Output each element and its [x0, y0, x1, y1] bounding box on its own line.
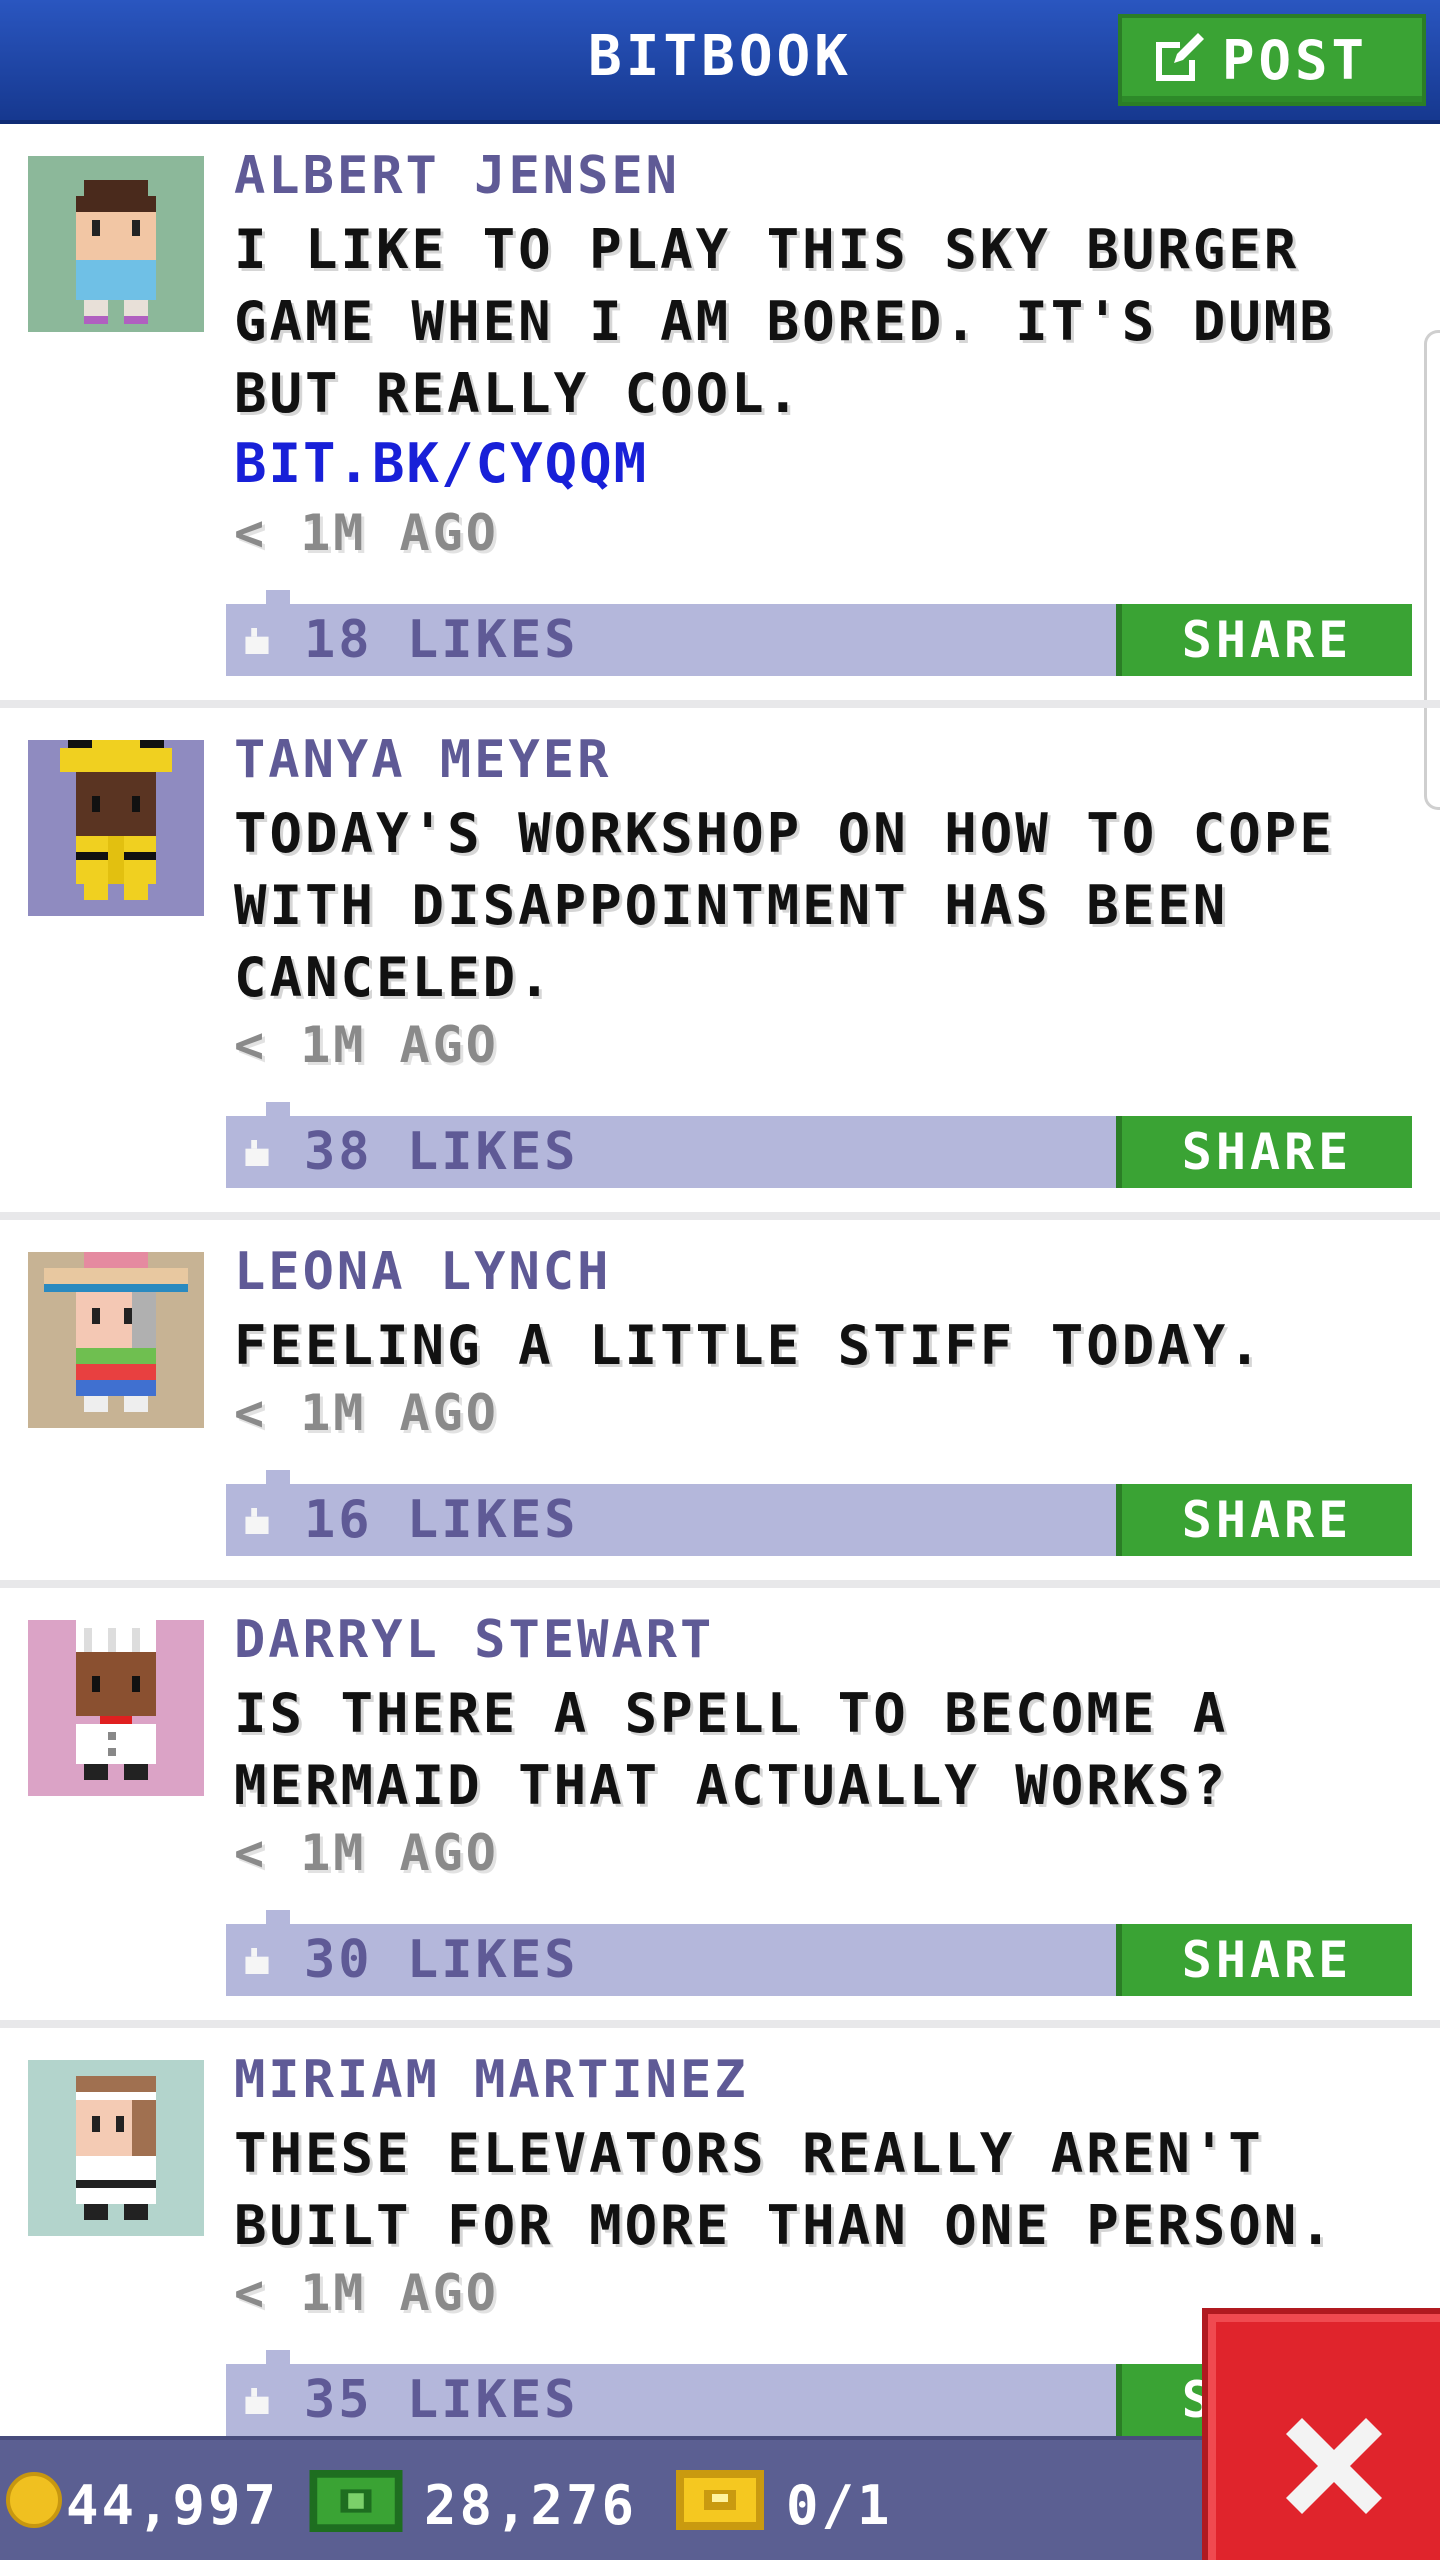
like-bar-notch — [266, 1102, 290, 1118]
post-button-label: POST — [1222, 28, 1369, 92]
likes-count: 35 LIKES — [304, 2370, 579, 2430]
like-bar-notch — [266, 1910, 290, 1926]
post-text: IS THERE A SPELL TO BECOME A MERMAID THA… — [234, 1682, 1229, 1817]
post-text: THESE ELEVATORS REALLY AREN'T BUILT FOR … — [234, 2122, 1335, 2257]
post-time: < 1M AGO — [234, 1384, 499, 1442]
post-divider — [0, 700, 1440, 708]
share-button[interactable]: SHARE — [1116, 604, 1412, 676]
likes-count: 38 LIKES — [304, 1122, 579, 1182]
post-author[interactable]: LEONA LYNCH — [234, 1242, 611, 1302]
post-time: < 1M AGO — [234, 504, 499, 562]
thumbs-up-icon[interactable] — [242, 1140, 272, 1166]
post-divider — [0, 1580, 1440, 1588]
like-bar: 18 LIKES SHARE — [226, 590, 1412, 676]
post-text: I LIKE TO PLAY THIS SKY BURGER GAME WHEN… — [234, 218, 1335, 425]
like-bar: 16 LIKES SHARE — [226, 1470, 1412, 1556]
avatar[interactable] — [28, 156, 204, 332]
tickets-count: 0/1 — [786, 2474, 893, 2537]
likes-count: 16 LIKES — [304, 1490, 579, 1550]
avatar[interactable] — [28, 1620, 204, 1796]
coins-count: 44,997 — [66, 2474, 280, 2537]
close-icon — [1286, 2418, 1382, 2514]
post-time: < 1M AGO — [234, 1016, 499, 1074]
post-author[interactable]: DARRYL STEWART — [234, 1610, 714, 1670]
edit-icon — [1156, 33, 1204, 81]
post-author[interactable]: TANYA MEYER — [234, 730, 611, 790]
cash-icon — [309, 2470, 403, 2532]
post-author[interactable]: MIRIAM MARTINEZ — [234, 2050, 749, 2110]
likes-count: 30 LIKES — [304, 1930, 579, 1990]
post-author[interactable]: ALBERT JENSEN — [234, 146, 680, 206]
ticket-icon — [676, 2470, 764, 2530]
bux-count: 28,276 — [424, 2474, 638, 2537]
likes-count: 18 LIKES — [304, 610, 579, 670]
avatar-image — [28, 1252, 204, 1428]
like-bar-notch — [266, 1470, 290, 1486]
post-text: FEELING A LITTLE STIFF TODAY. — [234, 1314, 1264, 1377]
avatar-image — [28, 740, 204, 916]
avatar-image — [28, 2060, 204, 2236]
avatar[interactable] — [28, 2060, 204, 2236]
post-divider — [0, 1212, 1440, 1220]
post-time: < 1M AGO — [234, 1824, 499, 1882]
like-bar-notch — [266, 2350, 290, 2366]
avatar-image — [28, 156, 204, 332]
avatar-image — [28, 1620, 204, 1796]
avatar[interactable] — [28, 1252, 204, 1428]
like-bar-notch — [266, 590, 290, 606]
thumbs-up-icon[interactable] — [242, 628, 272, 654]
thumbs-up-icon[interactable] — [242, 1948, 272, 1974]
share-button[interactable]: SHARE — [1116, 1924, 1412, 1996]
thumbs-up-icon[interactable] — [242, 1508, 272, 1534]
like-bar: 30 LIKES SHARE — [226, 1910, 1412, 1996]
thumbs-up-icon[interactable] — [242, 2388, 272, 2414]
close-button[interactable] — [1202, 2308, 1440, 2560]
like-bar: 38 LIKES SHARE — [226, 1102, 1412, 1188]
share-button[interactable]: SHARE — [1116, 1116, 1412, 1188]
post-text: TODAY'S WORKSHOP ON HOW TO COPE WITH DIS… — [234, 802, 1335, 1009]
post-time: < 1M AGO — [234, 2264, 499, 2322]
coin-icon — [6, 2472, 62, 2528]
avatar[interactable] — [28, 740, 204, 916]
post-divider — [0, 2020, 1440, 2028]
post-link[interactable]: BIT.BK/CYQQM — [234, 432, 648, 495]
app-header: BITBOOK POST — [0, 0, 1440, 124]
share-button[interactable]: SHARE — [1116, 1484, 1412, 1556]
post-button[interactable]: POST — [1118, 14, 1426, 106]
